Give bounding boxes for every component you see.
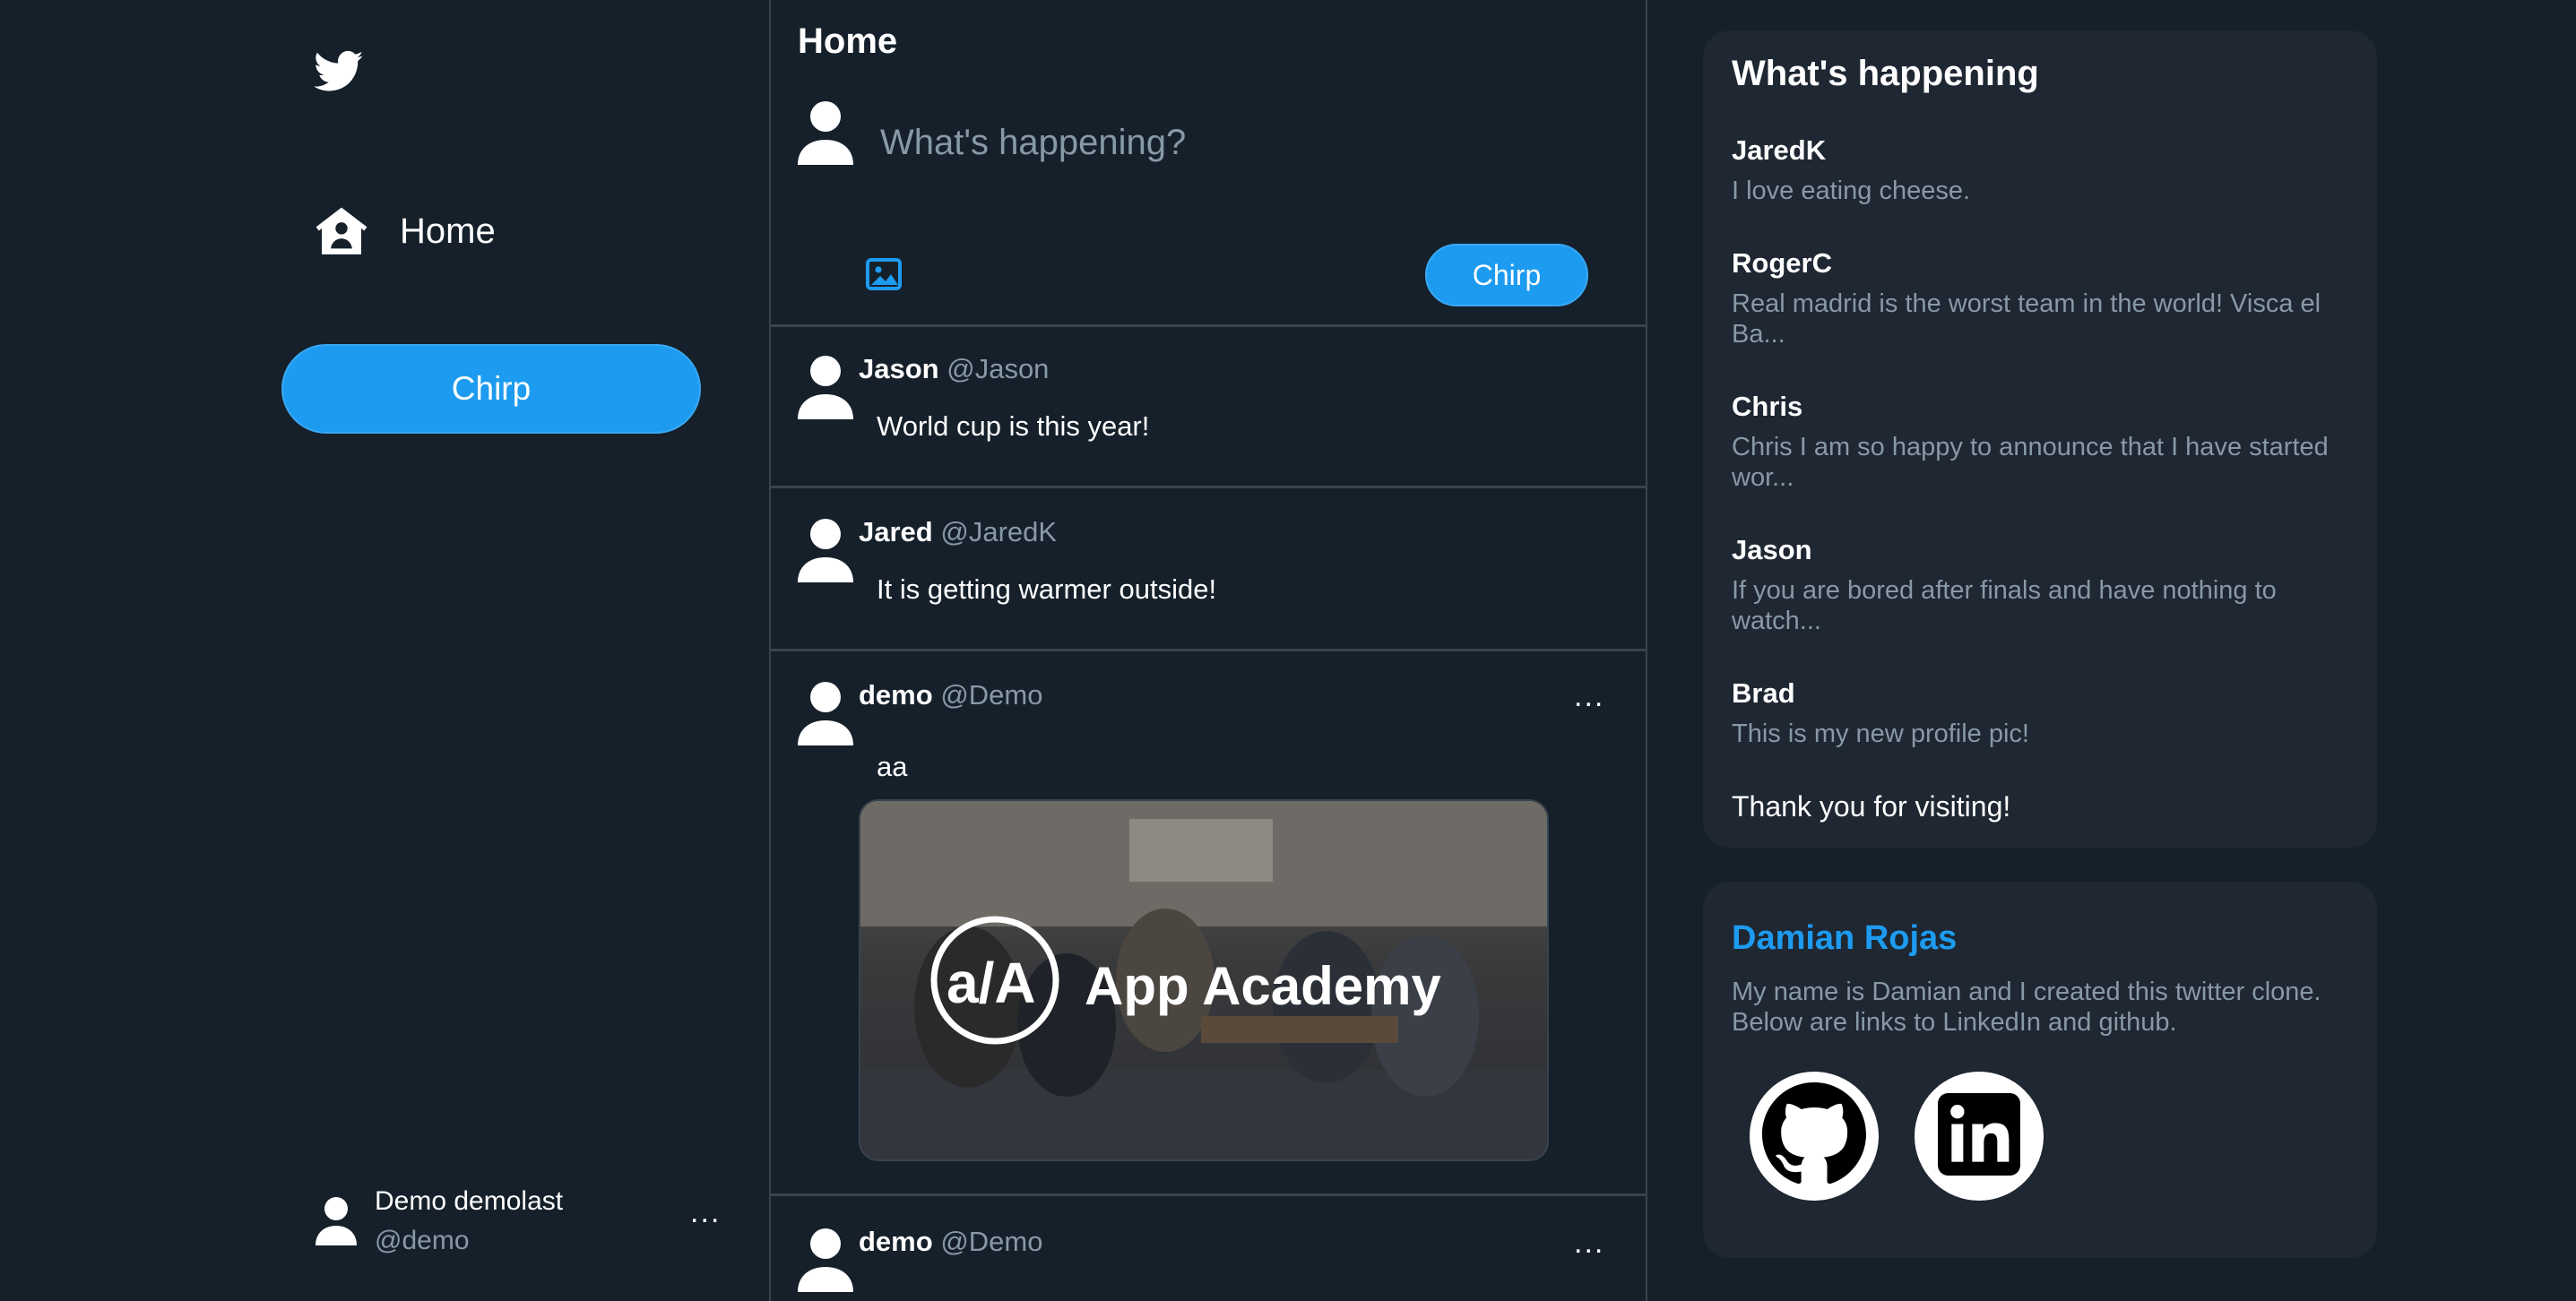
account-handle: @demo — [375, 1226, 470, 1255]
post-handle: @JaredK — [940, 516, 1058, 547]
twitter-logo-icon[interactable] — [314, 50, 364, 93]
post-author: demo — [859, 1226, 933, 1257]
github-link[interactable] — [1750, 1072, 1879, 1201]
more-options-icon[interactable]: ... — [1574, 1226, 1604, 1261]
sidebar-item-home[interactable]: Home — [314, 199, 496, 263]
creator-bio: My name is Damian and I created this twi… — [1732, 978, 2321, 1037]
post-header: demo @Demo — [859, 679, 1042, 711]
panel-footer: Thank you for visiting! — [1732, 790, 2011, 823]
post-header: Jason @Jason — [859, 353, 1049, 385]
more-options-icon[interactable]: ... — [1574, 679, 1604, 714]
trend-text: If you are bored after finals and have n… — [1732, 576, 2277, 635]
post-text: World cup is this year! — [877, 410, 1150, 442]
trend-text: Chris I am so happy to announce that I h… — [1732, 433, 2329, 492]
creator-name-link[interactable]: Damian Rojas — [1732, 919, 1957, 958]
trend-item[interactable]: Brad This is my new profile pic! — [1732, 677, 2359, 749]
divider — [769, 1193, 1647, 1196]
github-icon — [1762, 1081, 1866, 1191]
trend-text: This is my new profile pic! — [1732, 719, 2029, 748]
post-handle: @Demo — [940, 1226, 1043, 1257]
post-handle: @Demo — [940, 679, 1043, 711]
post-text: aa — [877, 751, 908, 782]
post-handle: @Jason — [947, 353, 1050, 384]
panel-title: What's happening — [1732, 54, 2039, 93]
trend-user: Chris — [1732, 391, 1803, 422]
trend-item[interactable]: Jason If you are bored after finals and … — [1732, 534, 2359, 636]
avatar — [798, 99, 853, 165]
chirp-button[interactable]: Chirp — [281, 344, 701, 434]
trend-user: Brad — [1732, 677, 1795, 709]
trend-user: RogerC — [1732, 247, 1832, 279]
post[interactable] — [769, 328, 1647, 486]
divider — [769, 649, 1647, 651]
media-logo: a/A — [947, 951, 1036, 1015]
media-caption: App Academy — [1085, 956, 1441, 1016]
page-title: Home — [798, 22, 898, 61]
avatar — [798, 679, 853, 745]
post-author: demo — [859, 679, 933, 711]
account-switcher[interactable]: Demo demolast @demo ... — [316, 1183, 728, 1263]
trend-item[interactable]: RogerC Real madrid is the worst team in … — [1732, 247, 2359, 349]
trend-text: Real madrid is the worst team in the wor… — [1732, 289, 2321, 349]
account-name: Demo demolast — [375, 1186, 564, 1216]
linkedin-icon — [1938, 1092, 2020, 1180]
compose-input[interactable] — [878, 122, 1563, 164]
post-author: Jared — [859, 516, 933, 547]
divider — [769, 486, 1647, 488]
avatar — [798, 353, 853, 419]
home-icon — [314, 203, 369, 259]
post-header: Jared @JaredK — [859, 516, 1057, 548]
post-image[interactable]: a/A App Academy — [859, 799, 1549, 1161]
avatar — [798, 516, 853, 582]
post-text: It is getting warmer outside! — [877, 573, 1217, 605]
trend-user: Jason — [1732, 534, 1812, 565]
trend-item[interactable]: Chris Chris I am so happy to announce th… — [1732, 391, 2359, 493]
more-options-icon[interactable]: ... — [690, 1195, 721, 1230]
trend-text: I love eating cheese. — [1732, 177, 1971, 205]
avatar — [316, 1195, 357, 1245]
chirp-submit-button[interactable]: Chirp — [1425, 244, 1588, 306]
post[interactable] — [769, 489, 1647, 649]
post-author: Jason — [859, 353, 939, 384]
trend-item[interactable]: JaredK I love eating cheese. — [1732, 134, 2359, 206]
trend-user: JaredK — [1732, 134, 1827, 166]
divider — [769, 324, 1647, 327]
avatar — [798, 1226, 853, 1292]
sidebar-item-label: Home — [400, 211, 496, 251]
post-header: demo @Demo — [859, 1226, 1042, 1258]
image-icon[interactable] — [866, 258, 902, 290]
linkedin-link[interactable] — [1915, 1072, 2044, 1201]
